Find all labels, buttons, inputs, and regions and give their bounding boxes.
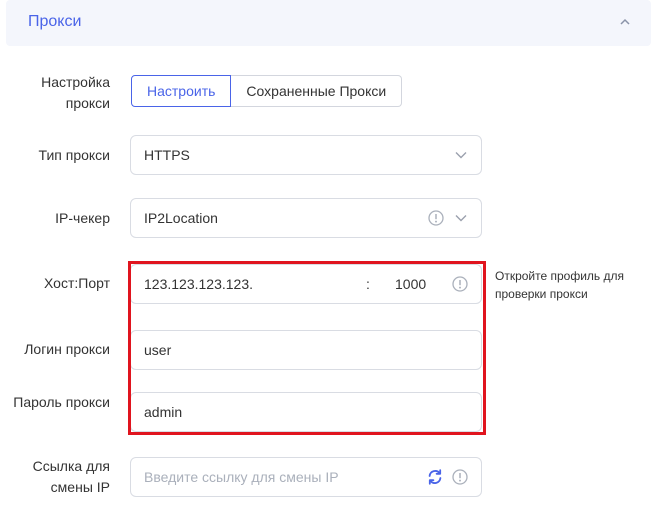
change-ip-link-label: Ссылка для смены IP xyxy=(32,458,110,495)
ip-checker-select[interactable]: IP2Location xyxy=(130,198,482,238)
change-ip-link-input[interactable]: Введите ссылку для смены IP xyxy=(130,457,482,497)
host-input[interactable]: 123.123.123.123. xyxy=(144,276,253,292)
proxy-type-label: Тип прокси xyxy=(38,147,110,163)
proxy-check-hint: Откройте профиль для проверки прокси xyxy=(495,269,625,301)
change-ip-link-placeholder: Введите ссылку для смены IP xyxy=(144,469,339,485)
proxy-setup-toggle: Настроить Сохраненные Прокси xyxy=(131,75,403,107)
ip-checker-value: IP2Location xyxy=(144,210,218,226)
chevron-down-icon xyxy=(455,152,467,159)
info-icon[interactable] xyxy=(452,276,468,292)
saved-proxies-button[interactable]: Сохраненные Прокси xyxy=(231,75,403,107)
login-input[interactable]: user xyxy=(130,330,482,370)
password-input[interactable]: admin xyxy=(130,392,482,432)
host-port-field[interactable]: 123.123.123.123. : 1000 xyxy=(130,264,482,304)
password-label: Пароль прокси xyxy=(13,394,110,410)
proxy-type-select[interactable]: HTTPS xyxy=(130,135,482,175)
proxy-type-value: HTTPS xyxy=(144,147,190,163)
password-value: admin xyxy=(144,404,183,420)
ip-checker-label: IP-чекер xyxy=(55,210,110,226)
chevron-up-icon[interactable] xyxy=(619,16,631,28)
chevron-down-icon xyxy=(455,215,467,222)
configure-button[interactable]: Настроить xyxy=(131,75,232,107)
section-header[interactable]: Прокси xyxy=(6,0,651,46)
host-port-separator: : xyxy=(366,276,370,292)
info-icon[interactable] xyxy=(452,469,468,485)
section-title: Прокси xyxy=(28,13,82,30)
info-icon[interactable] xyxy=(428,210,444,226)
refresh-icon[interactable] xyxy=(427,469,443,485)
port-input[interactable]: 1000 xyxy=(395,276,426,292)
proxy-setup-label: Настройка прокси xyxy=(41,74,110,111)
host-port-label: Хост:Порт xyxy=(43,275,110,291)
login-value: user xyxy=(144,342,172,358)
login-label: Логин прокси xyxy=(24,341,110,357)
